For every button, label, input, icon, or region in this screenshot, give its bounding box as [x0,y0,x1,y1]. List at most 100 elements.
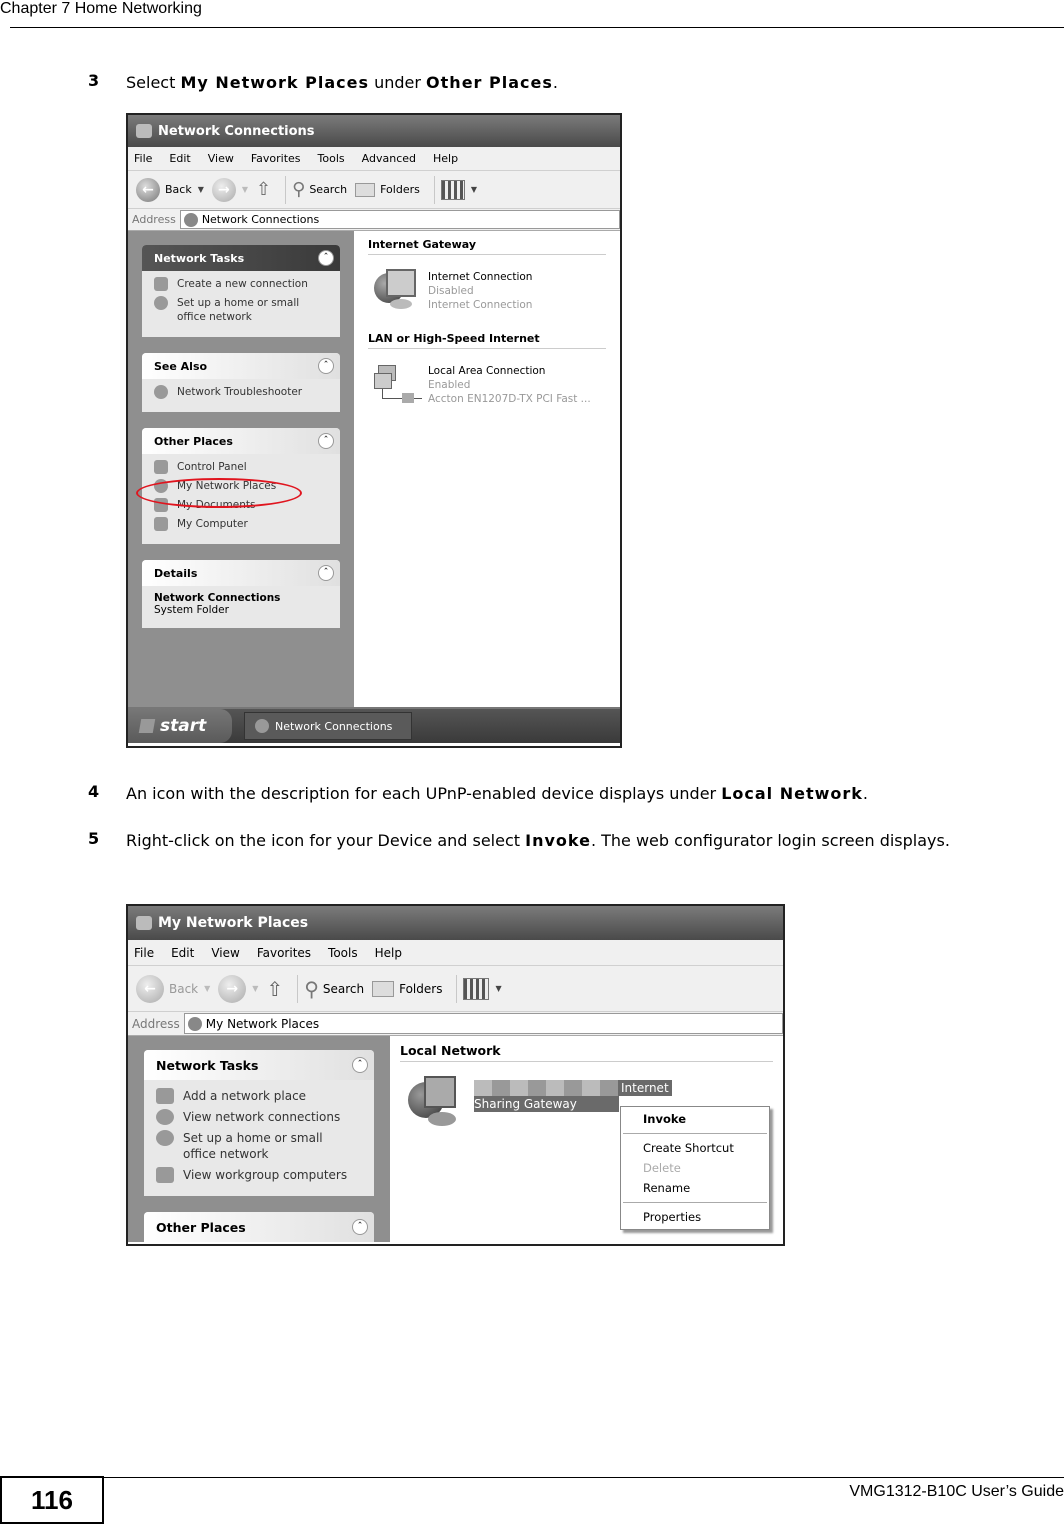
link-my-computer[interactable]: My Computer [154,517,330,531]
menu-bar: File Edit View Favorites Tools Help [128,940,783,966]
views-icon [440,179,465,200]
menu-file[interactable]: File [134,946,154,960]
search-button[interactable]: ⚲ Search [304,977,364,1001]
menu-favorites[interactable]: Favorites [251,152,301,165]
highlight-ellipse [136,478,302,508]
forward-arrow-icon: → [218,974,247,1003]
menu-edit[interactable]: Edit [171,946,194,960]
address-field[interactable]: My Network Places [183,1013,783,1034]
address-bar: Address My Network Places [128,1012,783,1036]
other-places-panel: Other Places ˆ [144,1212,374,1242]
menu-advanced[interactable]: Advanced [362,152,416,165]
address-bar: Address Network Connections [128,209,620,231]
menu-help[interactable]: Help [433,152,458,165]
up-folder-icon: ⇧ [256,179,272,200]
menu-tools[interactable]: Tools [318,152,345,165]
computer-icon [154,517,168,531]
collapse-icon[interactable]: ˆ [318,565,334,581]
folders-button[interactable]: Folders [355,182,420,197]
link-control-panel[interactable]: Control Panel [154,460,330,474]
menu-item-rename[interactable]: Rename [621,1178,769,1198]
internet-gateway-icon [372,265,424,317]
up-folder-icon: ⇧ [266,976,284,1001]
up-folder-button[interactable]: ⇧ [256,179,271,200]
header-divider [10,27,1064,28]
network-connections-icon [255,719,269,733]
menu-file[interactable]: File [134,152,152,165]
menu-item-create-shortcut[interactable]: Create Shortcut [621,1138,769,1158]
up-folder-button[interactable]: ⇧ [266,977,283,1001]
home-network-icon [154,296,168,310]
toolbar: ← Back ▼ → ▼ ⇧ ⚲ Search Folders ▼ [128,966,783,1012]
details-name: Network Connections [154,592,281,604]
task-setup-network[interactable]: Set up a home or small office network [154,296,330,324]
start-button[interactable]: start [128,709,232,743]
pixelated-device-name [474,1080,618,1096]
guide-title: VMG1312-B10C User’s Guide [849,1483,1064,1500]
windows-logo-icon [138,719,156,733]
internet-gateway-icon [408,1072,468,1132]
views-button[interactable]: ▼ [440,179,477,200]
local-area-connection-item[interactable]: Local Area Connection Enabled Accton EN120… [368,359,606,411]
title-bar: Network Connections [128,115,620,147]
menu-item-properties[interactable]: Properties [621,1207,769,1227]
new-connection-icon [154,277,168,291]
forward-button[interactable]: → ▼ [218,974,258,1003]
menu-view[interactable]: View [211,946,239,960]
internet-connection-item[interactable]: Internet Connection Disabled Internet Conn… [368,265,606,317]
see-also-panel: See Also ˆ Network Troubleshooter [142,353,340,412]
network-connections-icon [156,1109,174,1125]
content-pane: Internet Gateway Internet Connection Disa… [354,231,620,707]
task-view-connections[interactable]: View network connections [156,1109,364,1125]
home-network-icon [156,1130,174,1146]
address-field[interactable]: Network Connections [179,210,620,229]
menu-help[interactable]: Help [375,946,402,960]
back-arrow-icon: ← [136,974,164,1003]
link-network-troubleshooter[interactable]: Network Troubleshooter [154,385,330,399]
context-menu: Invoke Create Shortcut Delete Rename Pro… [620,1106,770,1230]
back-button[interactable]: ← Back ▼ [136,177,204,202]
section-internet-gateway: Internet Gateway [368,235,606,255]
network-connections-icon [136,124,152,138]
back-button[interactable]: ← Back ▼ [136,974,210,1003]
collapse-icon[interactable]: ˆ [352,1057,368,1073]
forward-button[interactable]: → ▼ [211,177,248,202]
views-button[interactable]: ▼ [463,977,502,1000]
collapse-icon[interactable]: ˆ [352,1219,368,1235]
menu-item-invoke[interactable]: Invoke [621,1109,769,1129]
taskbar-network-connections[interactable]: Network Connections [244,712,412,740]
task-pane: Network Tasks ˆ Create a new connection S… [128,231,354,707]
search-button[interactable]: ⚲ Search [292,179,347,200]
taskbar: start Network Connections [128,707,620,743]
views-icon [463,977,490,1000]
network-connections-window: Network Connections File Edit View Favor… [126,113,622,748]
collapse-icon[interactable]: ˆ [318,250,334,266]
add-place-icon [156,1088,174,1104]
menu-tools[interactable]: Tools [328,946,358,960]
collapse-icon[interactable]: ˆ [318,433,334,449]
step-text: Select My Network Places under Other Pla… [126,73,558,92]
folders-button[interactable]: Folders [372,980,442,997]
control-panel-icon [154,460,168,474]
network-tasks-panel: Network Tasks ˆ Create a new connection S… [142,245,340,337]
task-add-network-place[interactable]: Add a network place [156,1088,364,1104]
collapse-icon[interactable]: ˆ [318,358,334,374]
menu-view[interactable]: View [208,152,234,165]
task-create-connection[interactable]: Create a new connection [154,277,330,291]
step-number: 3 [88,71,100,90]
details-type: System Folder [154,604,229,616]
task-setup-network[interactable]: Set up a home or small office network [156,1130,364,1162]
page-number: 116 [0,1476,104,1524]
menu-favorites[interactable]: Favorites [257,946,311,960]
details-panel: Details ˆ Network Connections System Fold… [142,560,340,628]
address-label: Address [132,213,176,226]
task-view-workgroup[interactable]: View workgroup computers [156,1167,364,1183]
my-network-places-window: My Network Places File Edit View Favorit… [126,904,785,1246]
chapter-header: Chapter 7 Home Networking [0,0,202,17]
toolbar: ← Back ▼ → ▼ ⇧ ⚲ Search Folders ▼ [128,171,620,209]
panel-header[interactable]: Network Tasks ˆ [142,245,340,271]
menu-edit[interactable]: Edit [169,152,190,165]
lan-connection-icon [372,359,424,411]
title-bar: My Network Places [128,906,783,940]
footer-divider [104,1477,1064,1478]
